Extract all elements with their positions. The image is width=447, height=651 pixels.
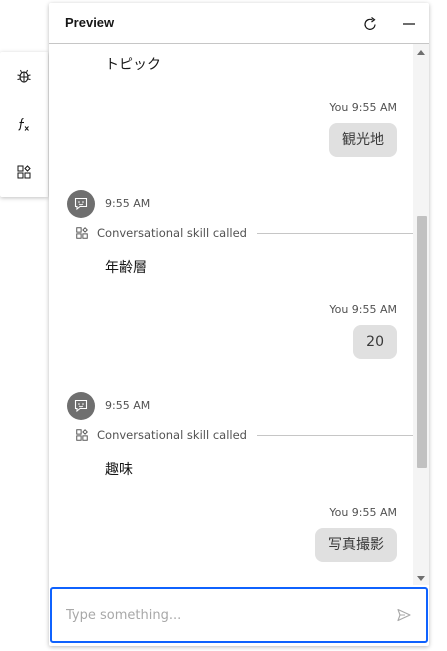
function-button[interactable] (0, 104, 48, 144)
restart-icon (364, 17, 376, 30)
divider (257, 435, 415, 436)
panel-header: Preview (49, 3, 429, 44)
chat-bot-icon (74, 197, 88, 211)
preview-window: Preview トピック You 9:55 AM 観光地 9:55 AM Con… (0, 0, 447, 651)
scroll-thumb[interactable] (417, 216, 427, 468)
skill-call-indicator: Conversational skill called (75, 225, 415, 241)
send-icon (397, 608, 411, 622)
message-input[interactable] (64, 599, 378, 631)
user-message-bubble[interactable]: 写真撮影 (315, 528, 397, 562)
user-message-time: You 9:55 AM (329, 303, 397, 316)
skill-icon (76, 227, 88, 239)
bug-icon (17, 69, 31, 83)
minimize-button[interactable] (396, 11, 422, 37)
bot-avatar (67, 392, 95, 420)
tool-rail (0, 52, 48, 197)
bot-avatar (67, 190, 95, 218)
restart-button[interactable] (357, 11, 383, 37)
panel-title: Preview (65, 15, 115, 30)
scroll-up-arrow[interactable] (417, 50, 425, 55)
bot-message-time: 9:55 AM (105, 197, 151, 210)
chat-scrollbar[interactable] (413, 44, 429, 585)
skill-icon (17, 165, 31, 179)
function-icon (18, 117, 29, 131)
skill-call-indicator: Conversational skill called (75, 427, 415, 443)
skill-icon (76, 429, 88, 441)
scroll-down-arrow[interactable] (417, 576, 425, 581)
user-message-time: You 9:55 AM (329, 101, 397, 114)
message-input-container (50, 587, 428, 643)
skills-button[interactable] (0, 152, 48, 192)
debug-button[interactable] (0, 56, 48, 96)
bot-message-time: 9:55 AM (105, 399, 151, 412)
divider (257, 233, 415, 234)
minimize-icon (403, 23, 415, 25)
skill-call-label: Conversational skill called (97, 226, 247, 240)
bot-message-text: 趣味 (105, 462, 133, 478)
chat-bot-icon (74, 399, 88, 413)
preview-panel: Preview トピック You 9:55 AM 観光地 9:55 AM Con… (49, 3, 429, 646)
user-message-bubble[interactable]: 観光地 (329, 123, 397, 157)
bot-message-text: 年齢層 (105, 260, 147, 276)
chat-transcript[interactable]: トピック You 9:55 AM 観光地 9:55 AM Conversatio… (49, 44, 429, 585)
send-button[interactable] (392, 603, 416, 627)
skill-call-label: Conversational skill called (97, 428, 247, 442)
user-message-bubble[interactable]: 20 (353, 325, 397, 359)
user-message-time: You 9:55 AM (329, 506, 397, 519)
bot-message-text: トピック (105, 57, 161, 73)
